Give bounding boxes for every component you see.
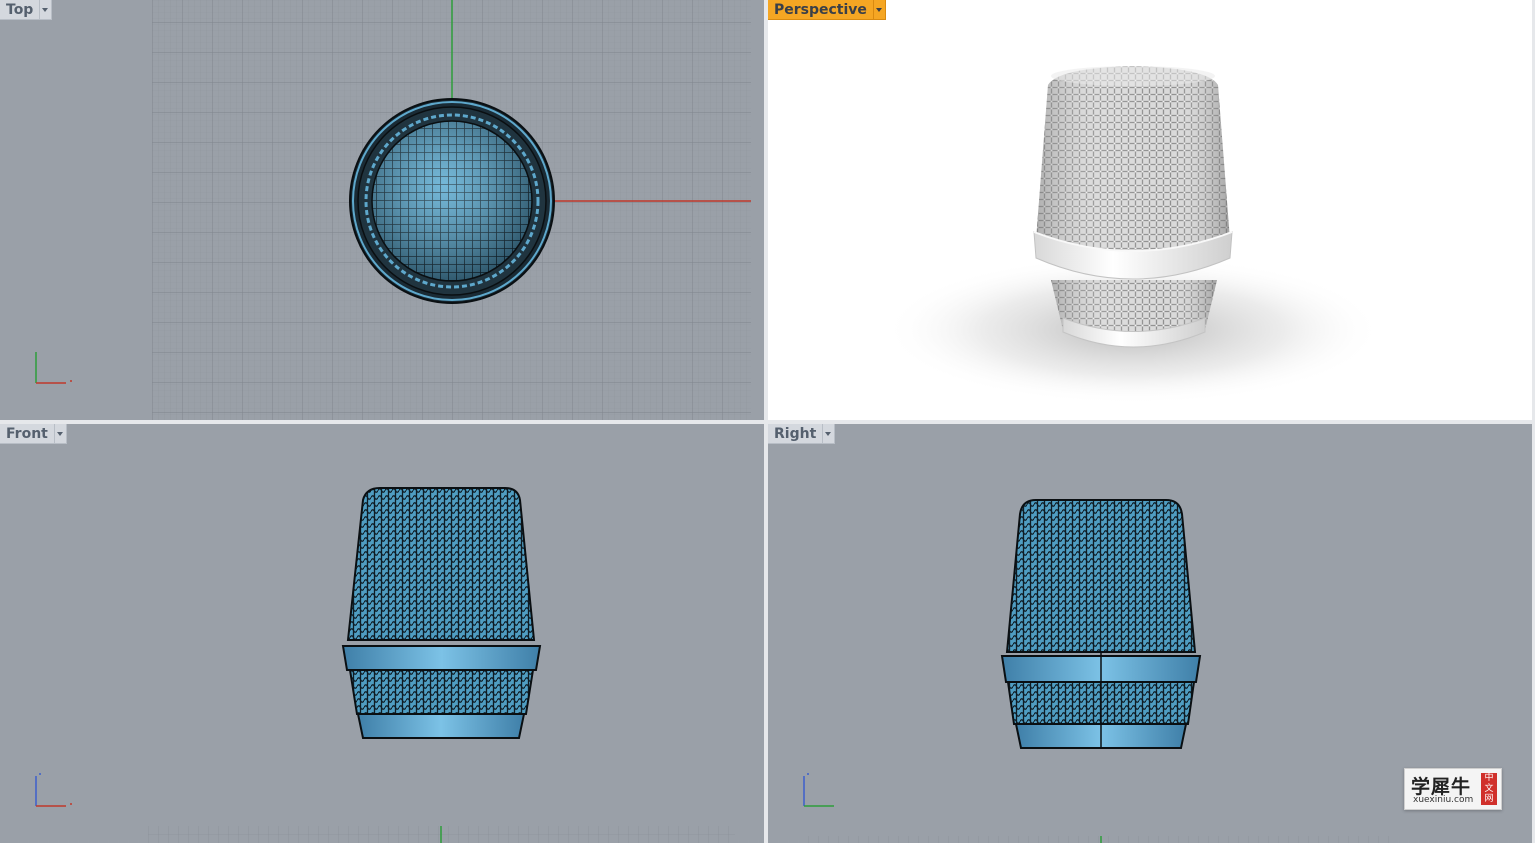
front-view-canvas — [35, 487, 735, 843]
viewport-perspective[interactable]: Perspective — [768, 0, 1532, 420]
chevron-down-icon[interactable] — [823, 424, 836, 444]
axis-gizmo — [35, 352, 72, 384]
chevron-down-icon[interactable] — [873, 0, 886, 20]
watermark-url: xuexiniu.com — [1413, 795, 1474, 805]
microphone-right-view[interactable] — [1000, 499, 1202, 749]
watermark-logo: 学犀牛 xuexiniu.com 中文网 — [1404, 768, 1502, 810]
microphone-grille-render[interactable] — [1033, 66, 1233, 348]
viewport-tab-top[interactable]: Top — [0, 0, 53, 20]
microphone-top-view[interactable] — [349, 98, 555, 304]
viewport-label-right[interactable]: Right — [768, 424, 824, 444]
perspective-render — [883, 66, 1383, 405]
viewport-front[interactable]: Front — [0, 424, 764, 843]
viewport-tab-right[interactable]: Right — [768, 424, 836, 444]
viewport-label-top[interactable]: Top — [0, 0, 41, 20]
viewport-top[interactable]: Top — [0, 0, 764, 420]
watermark-badge: 中文网 — [1481, 773, 1497, 805]
viewport-label-front[interactable]: Front — [0, 424, 55, 444]
viewport-label-perspective[interactable]: Perspective — [768, 0, 874, 20]
axis-gizmo — [35, 773, 72, 807]
microphone-front-view[interactable] — [341, 487, 542, 739]
chevron-down-icon[interactable] — [54, 424, 67, 444]
top-view-canvas — [35, 0, 751, 420]
viewport-tab-perspective[interactable]: Perspective — [768, 0, 886, 20]
viewport-tab-front[interactable]: Front — [0, 424, 67, 444]
axis-gizmo — [803, 773, 834, 807]
chevron-down-icon[interactable] — [40, 0, 53, 20]
